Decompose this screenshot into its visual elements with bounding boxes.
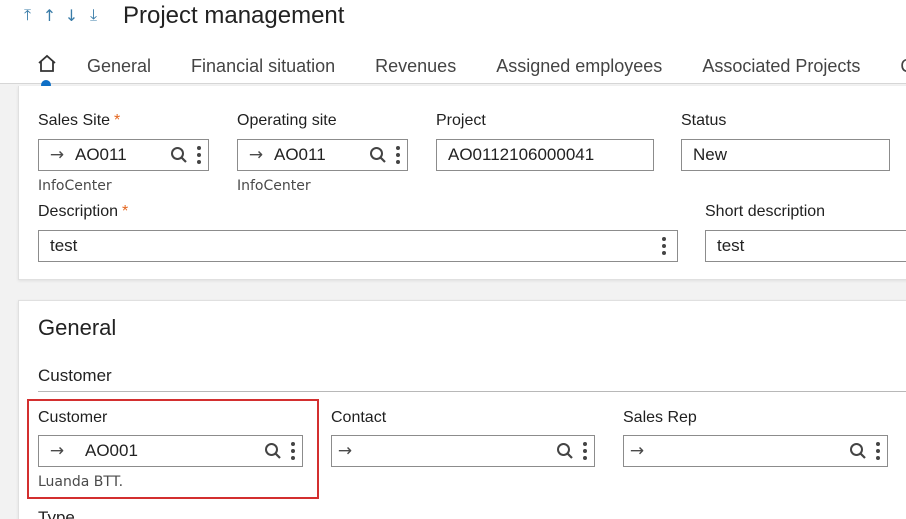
more-options-icon[interactable] — [190, 144, 208, 166]
search-icon[interactable] — [554, 440, 576, 462]
general-section-title: General — [38, 315, 117, 340]
search-icon[interactable] — [367, 144, 389, 166]
customer-label: Customer — [38, 409, 108, 426]
sales-rep-label: Sales Rep — [623, 409, 697, 426]
description-label: Description * — [38, 203, 129, 220]
tab-more[interactable]: C — [880, 53, 906, 83]
sales-site-value[interactable]: AO011 — [75, 145, 168, 165]
short-description-field[interactable]: test — [705, 230, 906, 262]
customer-description: Luanda BTT. — [38, 474, 124, 490]
contact-field[interactable]: → — [331, 435, 595, 467]
more-options-icon[interactable] — [284, 440, 302, 462]
more-options-icon[interactable] — [655, 235, 673, 257]
type-label: Type — [38, 508, 75, 519]
operating-site-value[interactable]: AO011 — [274, 145, 367, 165]
first-record-icon[interactable]: ⤒ — [18, 4, 37, 26]
customer-section-title: Customer — [38, 366, 112, 385]
tab-general[interactable]: General — [67, 53, 171, 83]
more-options-icon[interactable] — [869, 440, 887, 462]
sales-site-description: InfoCenter — [38, 178, 112, 194]
customer-field[interactable]: → AO001 — [38, 435, 303, 467]
short-description-value[interactable]: test — [706, 236, 906, 256]
contact-label: Contact — [331, 409, 387, 426]
status-label: Status — [681, 112, 727, 129]
operating-site-label: Operating site — [237, 112, 337, 129]
arrow-right-icon[interactable]: → — [238, 145, 274, 165]
arrow-right-icon[interactable]: → — [332, 441, 358, 461]
arrow-right-icon[interactable]: → — [39, 145, 75, 165]
next-record-icon[interactable]: ↓ — [62, 4, 81, 26]
page-title: Project management — [123, 2, 345, 29]
last-record-icon[interactable]: ⤓ — [84, 4, 103, 26]
tab-bar: General Financial situation Revenues Ass… — [67, 53, 906, 83]
status-value: New — [693, 145, 728, 164]
sales-site-label: Sales Site * — [38, 112, 121, 129]
operating-site-description: InfoCenter — [237, 178, 311, 194]
tab-financial-situation[interactable]: Financial situation — [171, 53, 355, 83]
project-field[interactable]: AO0112106000041 — [436, 139, 654, 171]
more-options-icon[interactable] — [576, 440, 594, 462]
short-description-label: Short description — [705, 203, 826, 220]
search-icon[interactable] — [168, 144, 190, 166]
project-value[interactable]: AO0112106000041 — [437, 145, 653, 165]
arrow-right-icon[interactable]: → — [624, 441, 650, 461]
previous-record-icon[interactable]: ↑ — [40, 4, 59, 26]
tab-revenues[interactable]: Revenues — [355, 53, 476, 83]
sales-site-field[interactable]: → AO011 — [38, 139, 209, 171]
description-value[interactable]: test — [39, 236, 655, 256]
top-bar: ⤒ ↑ ↓ ⤓ Project management General Finan… — [0, 0, 906, 90]
search-icon[interactable] — [847, 440, 869, 462]
sales-rep-field[interactable]: → — [623, 435, 888, 467]
section-divider — [38, 391, 906, 392]
more-options-icon[interactable] — [389, 144, 407, 166]
status-field: New — [681, 139, 890, 171]
customer-value[interactable]: AO001 — [75, 441, 262, 461]
project-label: Project — [436, 112, 486, 129]
record-navigation: ⤒ ↑ ↓ ⤓ — [18, 4, 103, 26]
search-icon[interactable] — [262, 440, 284, 462]
tab-assigned-employees[interactable]: Assigned employees — [476, 53, 682, 83]
operating-site-field[interactable]: → AO011 — [237, 139, 408, 171]
description-field[interactable]: test — [38, 230, 678, 262]
tab-associated-projects[interactable]: Associated Projects — [682, 53, 880, 83]
home-icon[interactable] — [36, 52, 58, 76]
arrow-right-icon[interactable]: → — [39, 441, 75, 461]
